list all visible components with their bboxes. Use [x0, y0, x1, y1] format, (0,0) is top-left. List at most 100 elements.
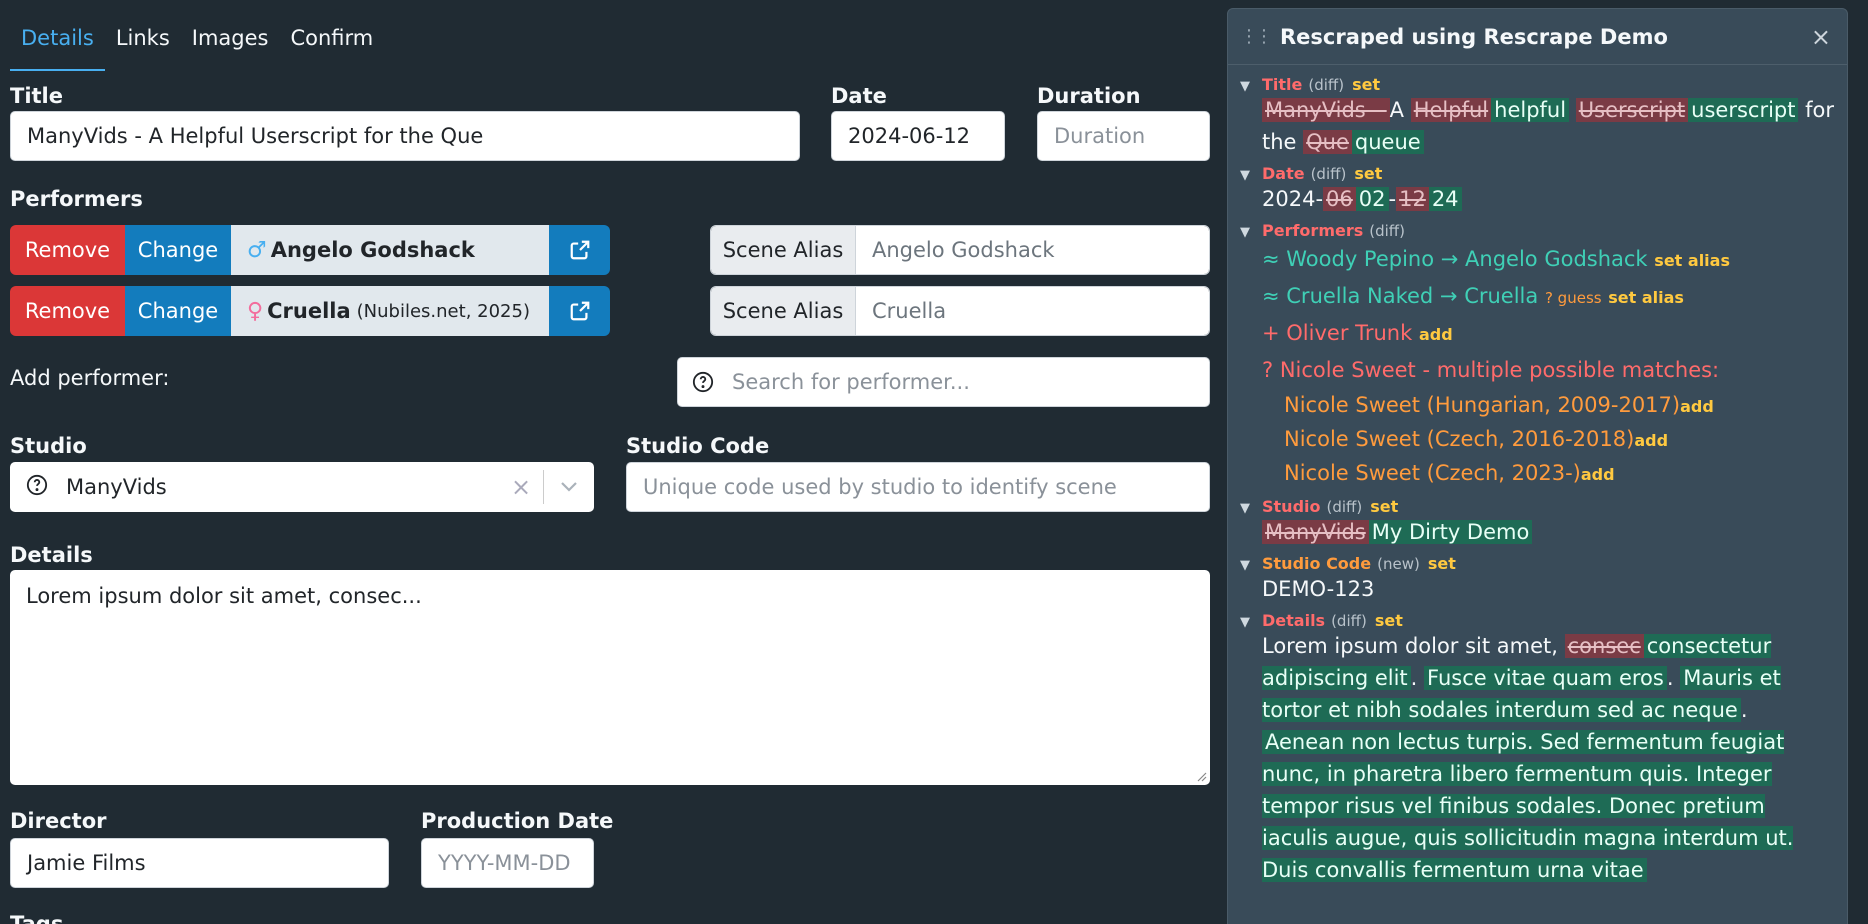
scene-alias-label: Scene Alias [711, 287, 856, 335]
director-input[interactable]: Jamie Films [10, 838, 389, 888]
collapse-triangle-icon[interactable]: ▼ [1240, 168, 1262, 183]
external-link-icon[interactable] [549, 286, 610, 336]
drag-handle-icon[interactable]: ⋮⋮ [1240, 26, 1273, 47]
tab-confirm[interactable]: Confirm [279, 14, 384, 71]
section-name: Title [1262, 75, 1303, 94]
diff-section-performers: ▼ Performers (diff) ≈ Woody Pepino → Ang… [1240, 221, 1835, 491]
collapse-triangle-icon[interactable]: ▼ [1240, 615, 1262, 630]
diff-unchanged: . [1410, 666, 1425, 690]
details-textarea[interactable]: Lorem ipsum dolor sit amet, consec... [10, 570, 1210, 785]
performer-name-text: Cruella [267, 299, 351, 323]
title-input[interactable]: ManyVids - A Helpful Userscript for the … [10, 111, 800, 161]
director-value: Jamie Films [27, 851, 146, 875]
performer-extra: (Nubiles.net, 2025) [356, 300, 530, 322]
diff-removed: 06 [1323, 187, 1356, 211]
scene-alias-label: Scene Alias [711, 226, 856, 274]
panel-header: ⋮⋮ Rescraped using Rescrape Demo × [1228, 9, 1847, 65]
tab-images[interactable]: Images [181, 14, 280, 71]
performer-search-placeholder: Search for performer... [732, 370, 970, 394]
collapse-triangle-icon[interactable]: ▼ [1240, 79, 1262, 94]
guess-tag: ? guess [1544, 289, 1602, 307]
set-date-button[interactable]: set [1354, 164, 1382, 183]
remove-performer-button[interactable]: Remove [10, 225, 125, 275]
studio-select[interactable]: ManyVids × [10, 462, 594, 512]
rescrape-panel: ⋮⋮ Rescraped using Rescrape Demo × ▼ Tit… [1227, 8, 1848, 924]
collapse-triangle-icon[interactable]: ▼ [1240, 558, 1262, 573]
details-label: Details [10, 543, 93, 567]
set-title-button[interactable]: set [1352, 75, 1380, 94]
add-match-button[interactable]: add [1680, 397, 1714, 416]
date-input[interactable]: 2024-06-12 [831, 111, 1005, 161]
performers-label: Performers [10, 187, 143, 211]
tab-links[interactable]: Links [105, 14, 181, 71]
details-value: Lorem ipsum dolor sit amet, consec... [26, 584, 422, 608]
external-link-icon[interactable] [549, 225, 610, 275]
change-performer-button[interactable]: Change [125, 286, 231, 336]
female-icon: ♀ [247, 298, 264, 324]
date-diff: 2024- 06 02-12 24 [1240, 183, 1835, 215]
production-date-label: Production Date [421, 809, 614, 833]
diff-added: Aenean non lectus turpis. Sed fermentum … [1262, 730, 1794, 882]
diff-removed: consec [1564, 634, 1644, 658]
section-name: Date [1262, 164, 1305, 183]
scene-alias-field: Scene Alias Cruella [710, 286, 1210, 336]
duration-input[interactable]: Duration [1037, 111, 1210, 161]
performer-search-input[interactable]: Search for performer... [677, 357, 1210, 407]
diff-section-studio-code: ▼ Studio Code (new) set DEMO-123 [1240, 554, 1835, 605]
diff-added: queue [1351, 130, 1424, 154]
performer-name: ♂ Angelo Godshack [231, 225, 549, 275]
diff-added: helpful [1491, 98, 1570, 122]
performer-row: Remove Change ♂ Angelo Godshack [10, 225, 610, 275]
question-icon [26, 474, 48, 501]
diff-added: Fusce vitae quam eros [1424, 666, 1667, 690]
resize-handle-icon[interactable] [1195, 770, 1207, 782]
set-alias-button[interactable]: set alias [1608, 288, 1684, 307]
close-icon[interactable]: × [1811, 23, 1831, 51]
remove-performer-button[interactable]: Remove [10, 286, 125, 336]
diff-removed: Que [1303, 130, 1352, 154]
set-details-button[interactable]: set [1375, 611, 1403, 630]
match-item: Nicole Sweet (Czech, 2016-2018)add [1284, 423, 1835, 457]
match-name: Nicole Sweet [1284, 461, 1420, 485]
performers-diff: ≈ Woody Pepino → Angelo Godshack set ali… [1240, 243, 1835, 491]
tab-details[interactable]: Details [10, 14, 105, 71]
clear-icon[interactable]: × [499, 473, 543, 501]
add-performer-button[interactable]: add [1419, 325, 1453, 344]
scene-alias-input[interactable]: Angelo Godshack [856, 226, 1209, 274]
studio-code-placeholder: Unique code used by studio to identify s… [643, 475, 1117, 499]
set-studio-code-button[interactable]: set [1428, 554, 1456, 573]
collapse-triangle-icon[interactable]: ▼ [1240, 501, 1262, 516]
change-performer-button[interactable]: Change [125, 225, 231, 275]
diff-unchanged: . [1740, 698, 1748, 722]
add-match-button[interactable]: add [1634, 431, 1668, 450]
title-label: Title [10, 84, 64, 108]
studio-code-input[interactable]: Unique code used by studio to identify s… [626, 462, 1210, 512]
diff-removed: ManyVids - [1262, 98, 1390, 122]
production-date-input[interactable]: YYYY-MM-DD [421, 838, 594, 888]
diff-unchanged: - [1388, 187, 1397, 211]
diff-removed: Userscript [1575, 98, 1689, 122]
set-studio-button[interactable]: set [1370, 497, 1398, 516]
diff-tag: (diff) [1369, 222, 1405, 240]
diff-tag: (diff) [1308, 76, 1345, 94]
chevron-down-icon[interactable] [544, 481, 594, 493]
diff-removed: Helpful [1410, 98, 1492, 122]
section-name: Details [1262, 611, 1326, 630]
performer-name: ♀ Cruella (Nubiles.net, 2025) [231, 286, 549, 336]
scene-alias-input[interactable]: Cruella [856, 287, 1209, 335]
question-icon [692, 371, 714, 393]
match-info: (Hungarian, 2009-2017) [1426, 393, 1681, 417]
set-alias-button[interactable]: set alias [1654, 251, 1730, 270]
studio-new: My Dirty Demo [1368, 520, 1533, 544]
new-tag: (new) [1377, 555, 1420, 573]
match-item: Nicole Sweet (Czech, 2023-)add [1284, 457, 1835, 491]
collapse-triangle-icon[interactable]: ▼ [1240, 225, 1262, 240]
add-match-button[interactable]: add [1581, 465, 1615, 484]
date-label: Date [831, 84, 887, 108]
diff-section-details: ▼ Details (diff) set Lorem ipsum dolor s… [1240, 611, 1835, 886]
diff-unchanged: . [1666, 666, 1681, 690]
performer-rename: ≈ Woody Pepino → Angelo Godshack [1262, 247, 1648, 271]
studio-label: Studio [10, 434, 87, 458]
duration-label: Duration [1037, 84, 1141, 108]
title-diff: ManyVids - A Helpful helpful Userscript us… [1240, 94, 1835, 158]
